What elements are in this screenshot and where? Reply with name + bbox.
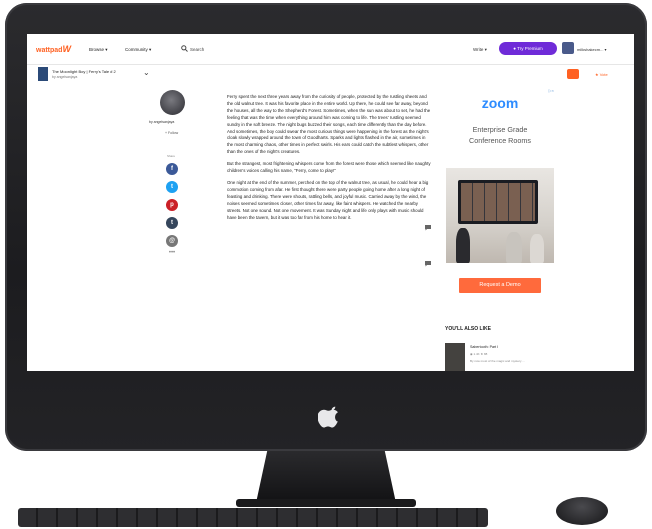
recommended-story-blurb: By now most of the magic and mystery ... [470, 359, 525, 363]
story-author[interactable]: by angelsanjaya [52, 75, 77, 79]
ad-headline-line: Conference Rooms [469, 136, 531, 145]
share-label: Share [167, 154, 176, 158]
story-header: The Moonlight Boy | Ferry's Tale # 2 by … [27, 64, 634, 84]
ad-headline-line: Enterprise Grade [472, 125, 528, 134]
author-name[interactable]: by angelsanjaya [149, 120, 174, 124]
nav-community[interactable]: Community ▾ [125, 47, 151, 53]
request-demo-button[interactable]: Request a Demo [459, 278, 541, 293]
tumblr-icon[interactable]: t [166, 217, 178, 229]
mouse [556, 497, 608, 525]
imac-stand-foot [236, 499, 416, 507]
imac-stand [256, 451, 396, 503]
apple-logo-icon [317, 404, 338, 428]
search-input[interactable]: Search [190, 47, 204, 52]
video-participants-grid [461, 183, 535, 221]
inline-comment-icon[interactable] [424, 260, 432, 269]
email-icon[interactable]: @ [166, 235, 178, 247]
story-paragraph: Ferry spent the next three years away fr… [227, 94, 431, 155]
story-paragraph: But the strangest, most frightening whis… [227, 161, 431, 174]
zoom-advertisement[interactable]: ▷× zoom Enterprise Grade Conference Room… [446, 88, 554, 301]
story-title[interactable]: The Moonlight Boy | Ferry's Tale # 2 [52, 69, 116, 74]
keyboard [18, 508, 488, 527]
vote-button[interactable]: ★ Vote [595, 72, 608, 77]
recommended-story-title[interactable]: Sabertooth: Part I [470, 345, 498, 349]
try-premium-button[interactable]: ● Try Premium [499, 42, 557, 55]
search-icon[interactable] [181, 45, 188, 54]
recommended-story-stats: ◉ 1.4K ★ 88 [470, 352, 488, 356]
follow-button[interactable]: + Follow [165, 131, 178, 135]
screen: wattpadW Browse ▾ Community ▾ Search Wri… [27, 34, 634, 371]
user-menu[interactable]: milkshakecm... ▾ [577, 47, 607, 52]
logo-text: wattpad [36, 47, 63, 54]
story-cover[interactable] [38, 67, 48, 81]
logo-w-icon: W [62, 44, 71, 54]
story-body: Ferry spent the next three years away fr… [227, 94, 432, 226]
user-avatar[interactable] [562, 42, 574, 54]
chevron-down-icon[interactable]: ⌄ [143, 68, 150, 77]
adchoices-icon[interactable]: ▷× [549, 88, 554, 93]
also-like-heading: YOU'LL ALSO LIKE [445, 326, 491, 332]
conference-room-image [446, 168, 554, 263]
write-menu[interactable]: Write ▾ [473, 47, 487, 53]
person-figure [456, 228, 470, 263]
person-figure [506, 232, 522, 263]
recommended-story-cover[interactable] [445, 343, 465, 371]
add-to-library-button[interactable] [567, 69, 579, 79]
person-figure [530, 234, 544, 263]
ad-headline: Enterprise Grade Conference Rooms [446, 124, 554, 146]
pinterest-icon[interactable]: p [166, 199, 178, 211]
wattpad-logo[interactable]: wattpadW [36, 44, 71, 54]
top-navigation-bar: wattpadW Browse ▾ Community ▾ Search Wri… [27, 34, 634, 65]
nav-browse[interactable]: Browse ▾ [89, 47, 108, 53]
author-avatar[interactable] [160, 90, 185, 115]
inline-comment-icon[interactable] [424, 224, 432, 233]
zoom-logo: zoom [481, 95, 519, 111]
twitter-icon[interactable]: t [166, 181, 178, 193]
more-options-icon[interactable]: ••• [166, 250, 178, 258]
story-paragraph: One night at the end of the summer, perc… [227, 179, 429, 220]
facebook-icon[interactable]: f [166, 163, 178, 175]
